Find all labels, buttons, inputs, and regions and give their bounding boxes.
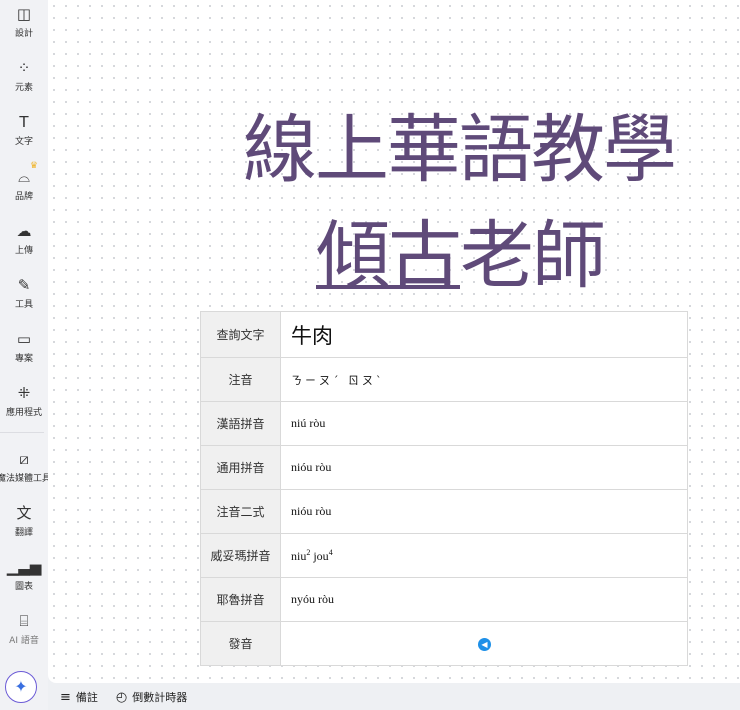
sidebar-item-design[interactable]: ◫ 設計 <box>0 4 48 39</box>
row-label: 注音二式 <box>200 489 281 534</box>
row-label: 耶魯拼音 <box>200 577 281 622</box>
sidebar-item-projects[interactable]: ▭ 專案 <box>0 329 48 364</box>
crown-icon: ♛ <box>29 161 38 171</box>
cloud-upload-icon: ☁ <box>16 222 32 240</box>
magic-media-icon: ⧄ <box>19 450 29 468</box>
text-icon: T <box>19 113 29 131</box>
row-label: 注音 <box>200 357 281 402</box>
apps-icon: ⁜ <box>17 384 31 402</box>
shapes-icon: ⁘ <box>17 59 31 77</box>
sidebar-item-charts[interactable]: ▁▃▅ 圖表 <box>0 557 48 592</box>
sidebar-item-text[interactable]: T 文字 <box>0 112 48 147</box>
table-row: 威妥瑪拼音 niu2 jou4 <box>200 533 688 578</box>
row-label: 威妥瑪拼音 <box>200 533 281 578</box>
title-rest: 老師 <box>460 213 606 299</box>
speaker-icon[interactable]: ◀ <box>478 638 491 651</box>
sidebar-item-magic-media[interactable]: ⧄ 魔法媒體工具 <box>0 449 51 484</box>
mps2-value: nióu ròu <box>280 489 688 534</box>
row-label: 發音 <box>200 621 281 666</box>
pen-icon: ✎ <box>17 276 31 294</box>
timer-button[interactable]: ◴ 倒數計時器 <box>116 689 187 705</box>
row-label: 通用拼音 <box>200 445 281 490</box>
wade-giles-value: niu2 jou4 <box>280 533 688 578</box>
layout-icon: ◫ <box>16 5 32 23</box>
sidebar-item-upload[interactable]: ☁ 上傳 <box>0 221 48 256</box>
wg-syllable: jou <box>310 548 329 563</box>
wg-syllable: niu <box>291 548 307 563</box>
hanyu-pinyin-value: niú ròu <box>280 401 688 446</box>
magic-assistant-button[interactable]: ✦ <box>5 671 37 703</box>
wg-tone: 4 <box>328 547 333 557</box>
bottom-bar: ≡ 備註 ◴ 倒數計時器 <box>48 683 740 710</box>
table-row: 漢語拼音 niú ròu <box>200 401 688 446</box>
timer-label: 倒數計時器 <box>132 690 188 704</box>
notes-icon: ≡ <box>60 689 71 705</box>
pronunciation-cell: ◀ <box>280 621 688 666</box>
table-row: 查詢文字 牛肉 <box>200 311 688 358</box>
ai-voice-icon: ⌸ <box>19 612 29 630</box>
yale-value: nyóu ròu <box>280 577 688 622</box>
sidebar-item-elements[interactable]: ⁘ 元素 <box>0 58 48 93</box>
table-row: 通用拼音 nióu ròu <box>200 445 688 490</box>
table-row: 注音二式 nióu ròu <box>200 489 688 534</box>
pronunciation-table: 查詢文字 牛肉 注音 ㄋㄧㄡˊ ㄖㄡˋ 漢語拼音 niú ròu 通用拼音 nióu r… <box>200 311 688 666</box>
sidebar-divider <box>0 432 44 433</box>
row-label: 查詢文字 <box>200 311 281 358</box>
query-text: 牛肉 <box>280 311 688 358</box>
table-row: 注音 ㄋㄧㄡˊ ㄖㄡˋ <box>200 357 688 402</box>
zhuyin-value: ㄋㄧㄡˊ ㄖㄡˋ <box>280 357 688 402</box>
table-row: 耶魯拼音 nyóu ròu <box>200 577 688 622</box>
notes-label: 備註 <box>75 690 98 704</box>
row-label: 漢語拼音 <box>200 401 281 446</box>
sidebar: ◫ 設計 ⁘ 元素 T 文字 ♛ ⌓ 品牌 ☁ 上傳 ✎ 工具 ▭ 專案 ⁜ 應用程式 ⧄ 魔法媒體… <box>0 0 51 710</box>
timer-icon: ◴ <box>115 689 128 705</box>
sidebar-item-tools[interactable]: ✎ 工具 <box>0 275 48 310</box>
title-line1: 線上華語教學 <box>243 107 677 193</box>
chart-icon: ▁▃▅ <box>6 558 42 576</box>
notes-button[interactable]: ≡ 備註 <box>60 689 98 705</box>
sidebar-item-ai-voice[interactable]: ⌸ AI 語音 <box>0 611 48 646</box>
sidebar-item-translate[interactable]: 文翻譯 <box>0 503 48 538</box>
table-row: 發音 ◀ <box>200 621 688 666</box>
sparkle-icon: ✦ <box>14 677 28 696</box>
title-underlined: 傾古 <box>316 213 462 299</box>
tongyong-pinyin-value: nióu ròu <box>280 445 688 490</box>
sidebar-item-brand[interactable]: ♛ ⌓ 品牌 <box>0 161 48 202</box>
brand-icon: ⌓ <box>18 168 30 186</box>
folder-icon: ▭ <box>16 330 32 348</box>
translate-icon: 文 <box>16 504 32 522</box>
sidebar-item-apps[interactable]: ⁜ 應用程式 <box>0 383 48 418</box>
title-line2: 傾古老師 <box>316 196 606 303</box>
